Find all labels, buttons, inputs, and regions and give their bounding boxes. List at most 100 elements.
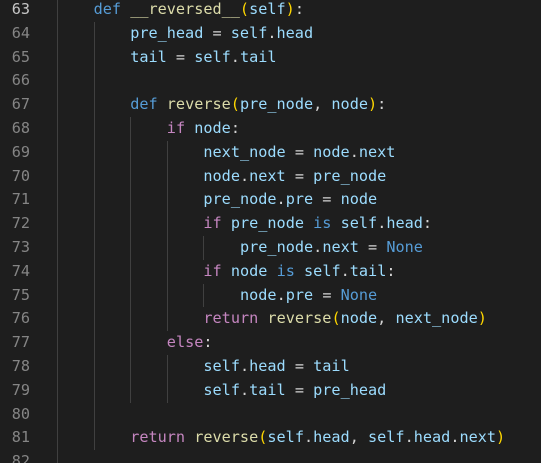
code-line[interactable]: 69 next_node = node.next <box>0 141 541 165</box>
code-token: if <box>203 214 222 233</box>
code-token: head <box>276 23 314 42</box>
line-number: 82 <box>11 452 30 463</box>
code-text: node.pre = None <box>240 284 377 308</box>
code-line[interactable]: 77 else: <box>0 331 541 355</box>
code-token: . <box>276 285 286 304</box>
line-number: 74 <box>11 261 30 280</box>
code-token: tail <box>130 47 167 66</box>
code-line[interactable]: 81 return reverse(self.head, self.head.ne… <box>0 426 541 450</box>
code-token: . <box>404 428 414 447</box>
code-token: None <box>340 285 378 304</box>
line-number: 69 <box>11 142 30 161</box>
code-line[interactable]: 68 if node: <box>0 117 541 141</box>
code-text: def __reversed__(self): <box>94 0 304 22</box>
code-token: . <box>230 47 240 66</box>
code-line[interactable]: 72 if pre_node is self.head: <box>0 212 541 236</box>
code-token: = <box>285 142 314 161</box>
code-token: : <box>230 119 240 137</box>
code-token: next <box>249 166 286 185</box>
code-token: if <box>203 261 222 280</box>
line-number: 77 <box>11 333 30 352</box>
code-token: : <box>377 95 387 114</box>
code-text: self.head = tail <box>203 355 349 379</box>
code-token: head <box>249 357 286 375</box>
indent-guide <box>166 140 168 332</box>
code-token: . <box>239 380 250 399</box>
indent-guide <box>166 355 168 403</box>
code-line[interactable]: 80 <box>0 403 541 427</box>
code-line[interactable]: 64 pre_head = self.head <box>0 22 541 46</box>
code-line[interactable]: 79 self.tail = pre_head <box>0 379 541 403</box>
code-token: ( <box>331 309 341 328</box>
code-token: pre <box>285 285 314 304</box>
line-number: 81 <box>11 428 30 447</box>
code-line[interactable]: 67 def reverse(pre_node, node): <box>0 93 541 117</box>
code-token: . <box>239 166 250 185</box>
code-token: self <box>340 214 378 233</box>
code-line[interactable]: 75 node.pre = None <box>0 284 541 308</box>
line-number: 78 <box>11 357 30 375</box>
indent-guide <box>203 236 205 260</box>
code-text: pre_node.pre = node <box>203 188 377 212</box>
line-number: 73 <box>11 238 30 256</box>
line-number: 71 <box>11 190 30 209</box>
code-token: . <box>377 214 387 233</box>
indent-guide <box>203 283 205 308</box>
line-number: 64 <box>11 23 30 42</box>
code-line[interactable]: 70 node.next = pre_node <box>0 165 541 189</box>
code-line[interactable]: 78 self.head = tail <box>0 355 541 379</box>
code-token: self <box>304 261 341 280</box>
code-token: = <box>285 357 314 375</box>
code-token: pre_head <box>130 23 204 42</box>
line-number: 72 <box>11 214 30 233</box>
code-editor[interactable]: 63 def __reversed__(self): 64 pre_head = se… <box>0 0 541 463</box>
code-text: return reverse(node, next_node) <box>203 307 487 331</box>
code-token: self <box>230 23 268 42</box>
line-number: 67 <box>11 95 30 114</box>
code-line[interactable]: 66 <box>0 69 541 93</box>
line-number: 63 <box>11 0 30 18</box>
code-text: def reverse(pre_node, node): <box>130 93 386 117</box>
code-line[interactable]: 71 pre_node.pre = node <box>0 188 541 212</box>
code-token: return <box>203 309 259 328</box>
code-token: head <box>413 428 451 447</box>
code-token: next_node <box>395 309 478 328</box>
code-token: : <box>386 261 396 280</box>
code-token: next_node <box>203 142 286 161</box>
indent-guide <box>93 21 95 451</box>
code-line[interactable]: 76 return reverse(node, next_node) <box>0 307 541 331</box>
code-token: , <box>377 309 396 328</box>
code-line[interactable]: 74 if node is self.tail: <box>0 260 541 284</box>
code-token: self <box>194 47 231 66</box>
code-token: def <box>93 0 122 18</box>
code-token: tail <box>249 380 286 399</box>
code-token: head <box>313 428 350 447</box>
code-token: if <box>166 119 186 137</box>
code-token: self <box>267 428 304 447</box>
code-token: pre_node <box>240 238 314 256</box>
code-token: ) <box>477 309 487 328</box>
code-token: pre_node <box>203 190 277 209</box>
code-token: pre_node <box>230 214 304 233</box>
code-token: . <box>239 357 250 375</box>
code-token: tail <box>313 357 350 375</box>
code-token: node <box>230 261 268 280</box>
code-token: node <box>313 142 350 161</box>
code-token: ) <box>496 428 506 447</box>
line-number: 66 <box>11 71 30 90</box>
code-text: next_node = node.next <box>203 141 395 165</box>
code-token: , <box>313 95 332 114</box>
code-token: = <box>313 285 341 304</box>
code-line[interactable]: 82 <box>0 450 541 463</box>
code-line[interactable]: 63 def __reversed__(self): <box>0 0 541 22</box>
code-line[interactable]: 73 pre_node.next = None <box>0 236 541 260</box>
code-text: return reverse(self.head, self.head.next… <box>130 426 505 450</box>
code-token: pre_node <box>239 95 314 114</box>
code-line[interactable]: 65 tail = self.tail <box>0 46 541 70</box>
